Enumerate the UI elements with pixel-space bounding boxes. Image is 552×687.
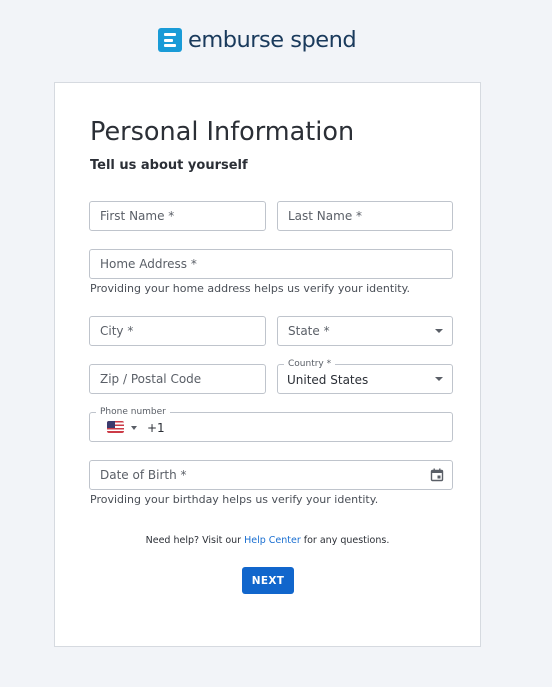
help-suffix: for any questions.	[300, 535, 390, 546]
us-flag-icon[interactable]	[107, 421, 124, 433]
personal-info-card: Personal Information Tell us about yours…	[54, 82, 481, 647]
help-center-link[interactable]: Help Center	[244, 535, 301, 546]
home-address-helper-text: Providing your home address helps us ver…	[90, 282, 411, 295]
next-button[interactable]: NEXT	[242, 567, 294, 594]
last-name-field[interactable]: Last Name *	[277, 201, 453, 231]
last-name-placeholder: Last Name *	[288, 209, 363, 223]
chevron-down-icon	[435, 329, 443, 333]
date-of-birth-placeholder: Date of Birth *	[100, 468, 187, 482]
chevron-down-icon	[435, 377, 443, 381]
date-of-birth-field[interactable]: Date of Birth *	[89, 460, 453, 490]
phone-dial-code: +1	[147, 421, 165, 435]
phone-field[interactable]: Phone number +1	[89, 406, 453, 442]
phone-label: Phone number	[96, 406, 170, 418]
first-name-field[interactable]: First Name *	[89, 201, 266, 231]
country-label: Country *	[284, 358, 336, 370]
country-select[interactable]: Country * United States	[277, 358, 453, 394]
page-subtitle: Tell us about yourself	[90, 158, 248, 173]
first-name-placeholder: First Name *	[100, 209, 175, 223]
emburse-logo-icon	[158, 28, 182, 52]
zip-field[interactable]: Zip / Postal Code	[89, 364, 266, 394]
zip-placeholder: Zip / Postal Code	[100, 372, 202, 386]
state-select[interactable]: State *	[277, 316, 453, 346]
brand-name: emburse spend	[188, 27, 357, 53]
country-value: United States	[287, 373, 369, 387]
date-of-birth-helper-text: Providing your birthday helps us verify …	[90, 493, 379, 506]
calendar-icon[interactable]	[430, 468, 444, 482]
help-prefix: Need help? Visit our	[145, 535, 245, 546]
brand-logo: emburse spend	[158, 27, 357, 53]
home-address-field[interactable]: Home Address *	[89, 249, 453, 279]
city-placeholder: City *	[100, 324, 134, 338]
city-field[interactable]: City *	[89, 316, 266, 346]
page-title: Personal Information	[90, 117, 355, 147]
help-text: Need help? Visit our Help Center for any…	[55, 535, 480, 546]
chevron-down-icon[interactable]	[131, 426, 137, 430]
state-placeholder: State *	[288, 324, 330, 338]
home-address-placeholder: Home Address *	[100, 257, 197, 271]
